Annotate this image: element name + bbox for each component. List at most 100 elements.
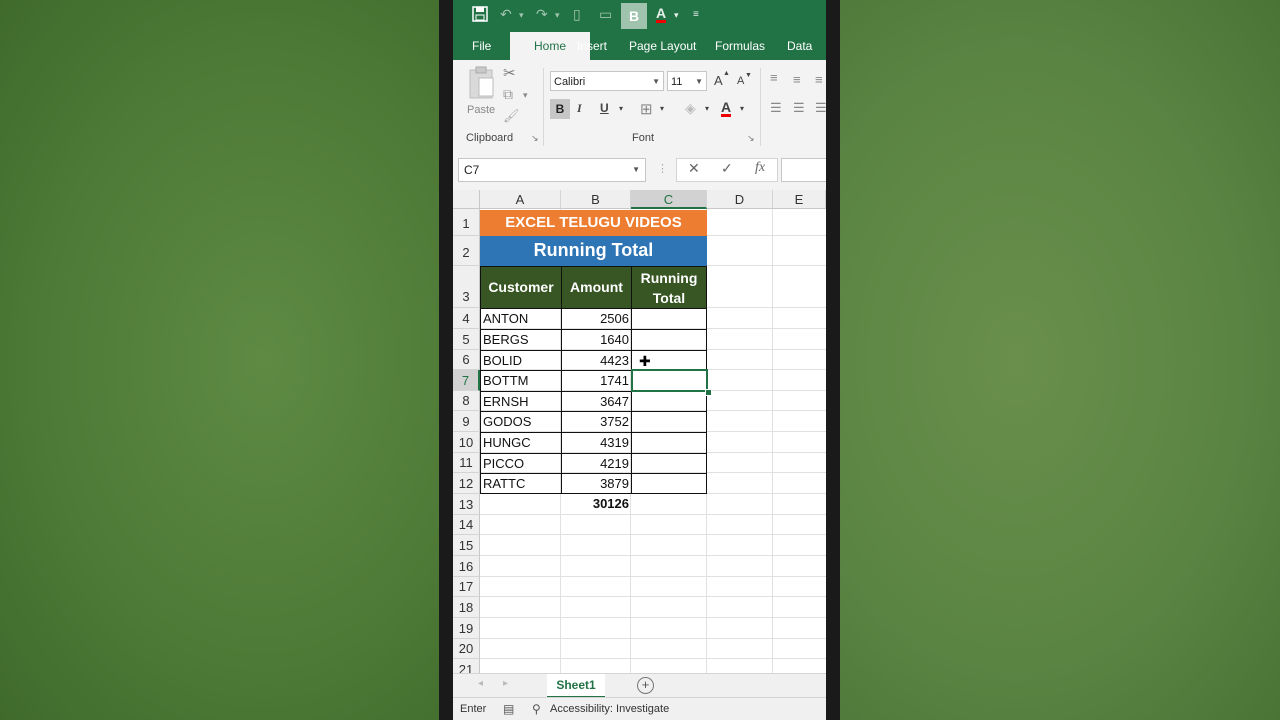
row-header-7[interactable]: 7 xyxy=(453,370,480,391)
macro-record-icon[interactable]: ▤ xyxy=(503,698,514,720)
row-header-6[interactable]: 6 xyxy=(453,350,480,370)
fill-color-dropdown-icon[interactable]: ▾ xyxy=(705,104,709,113)
name-box[interactable]: C7 ▼ xyxy=(458,158,646,182)
tab-file[interactable]: File xyxy=(464,32,499,60)
row-header-8[interactable]: 8 xyxy=(453,391,480,411)
amount-cell[interactable]: 3752 xyxy=(561,411,632,433)
customer-cell[interactable]: ANTON xyxy=(480,308,562,330)
undo-dropdown-icon[interactable]: ▾ xyxy=(519,10,524,21)
row-header-2[interactable]: 2 xyxy=(453,236,480,266)
row-header-18[interactable]: 18 xyxy=(453,597,480,618)
row-header-12[interactable]: 12 xyxy=(453,473,480,494)
cut-icon[interactable]: ✂ xyxy=(503,64,516,82)
undo-icon[interactable]: ↶ xyxy=(500,6,512,23)
format-painter-icon[interactable]: 🖌 xyxy=(503,108,520,124)
sheet-tab-sheet1[interactable]: Sheet1 xyxy=(547,674,605,698)
tab-data[interactable]: Data xyxy=(779,32,820,60)
amount-cell[interactable]: 1741 xyxy=(561,370,632,392)
borders-icon[interactable]: ⊞ xyxy=(640,100,653,118)
column-header-b[interactable]: B xyxy=(561,190,631,209)
row-header-17[interactable]: 17 xyxy=(453,577,480,597)
row-header-9[interactable]: 9 xyxy=(453,411,480,432)
row-header-14[interactable]: 14 xyxy=(453,515,480,535)
running-total-cell[interactable] xyxy=(631,453,707,474)
row-header-11[interactable]: 11 xyxy=(453,453,480,473)
save-icon[interactable] xyxy=(472,6,488,25)
amount-cell[interactable]: 1640 xyxy=(561,329,632,351)
customer-cell[interactable]: BOTTM xyxy=(480,370,562,392)
row-header-10[interactable]: 10 xyxy=(453,432,480,453)
align-left-icon[interactable]: ☰ xyxy=(770,100,782,116)
insert-function-button[interactable]: fx xyxy=(755,160,765,176)
row-header-5[interactable]: 5 xyxy=(453,329,480,350)
customize-toolbar-icon[interactable]: ≡ xyxy=(693,9,699,20)
worksheet-grid[interactable]: A B C D E 1 2 3 4 5 6 7 8 9 10 11 12 13 … xyxy=(453,190,826,673)
running-total-cell[interactable] xyxy=(631,329,707,351)
formula-input[interactable] xyxy=(781,158,826,182)
running-total-cell[interactable] xyxy=(631,411,707,433)
customer-cell[interactable]: BERGS xyxy=(480,329,562,351)
add-sheet-button[interactable]: + xyxy=(637,677,654,694)
row-header-21[interactable]: 21 xyxy=(453,659,480,673)
select-all-corner[interactable] xyxy=(453,190,480,209)
cancel-icon[interactable]: ✕ xyxy=(688,160,700,177)
row-header-16[interactable]: 16 xyxy=(453,556,480,577)
copy-dropdown-icon[interactable]: ▾ xyxy=(523,90,528,101)
row-header-15[interactable]: 15 xyxy=(453,535,480,556)
column-header-e[interactable]: E xyxy=(773,190,826,209)
font-color-button[interactable]: A xyxy=(721,100,732,117)
subtitle-banner[interactable]: Running Total xyxy=(480,236,707,266)
align-middle-icon[interactable]: ≡ xyxy=(793,72,801,87)
amount-cell[interactable]: 4219 xyxy=(561,453,632,474)
redo-dropdown-icon[interactable]: ▾ xyxy=(555,10,560,21)
running-total-cell[interactable] xyxy=(631,473,707,494)
amount-cell[interactable]: 3647 xyxy=(561,391,632,412)
new-file-icon[interactable]: ▯ xyxy=(573,6,581,23)
customer-cell[interactable]: PICCO xyxy=(480,453,562,474)
amount-cell[interactable]: 4423 xyxy=(561,350,632,371)
font-color-dropdown-icon[interactable]: ▾ xyxy=(674,10,679,21)
font-name-select[interactable]: Calibri ▼ xyxy=(550,71,664,91)
customer-cell[interactable]: ERNSH xyxy=(480,391,562,412)
customer-cell[interactable]: HUNGC xyxy=(480,432,562,454)
customer-cell[interactable]: GODOS xyxy=(480,411,562,433)
open-folder-icon[interactable]: ▭ xyxy=(599,6,612,23)
row-header-19[interactable]: 19 xyxy=(453,618,480,639)
amount-cell[interactable]: 3879 xyxy=(561,473,632,494)
align-center-icon[interactable]: ☰ xyxy=(793,100,805,116)
fill-handle[interactable] xyxy=(705,389,712,396)
fill-color-icon[interactable]: ◈ xyxy=(685,100,696,117)
grow-font-button[interactable]: A xyxy=(714,73,723,88)
align-bottom-icon[interactable]: ≡ xyxy=(815,72,823,87)
running-total-cell[interactable] xyxy=(631,391,707,412)
enter-icon[interactable]: ✓ xyxy=(721,160,733,177)
clipboard-launcher-icon[interactable]: ↘ xyxy=(531,133,539,144)
header-customer[interactable]: Customer xyxy=(480,266,562,309)
tab-formulas[interactable]: Formulas xyxy=(707,32,773,60)
row-header-4[interactable]: 4 xyxy=(453,308,480,329)
paste-button[interactable]: Paste xyxy=(465,66,499,126)
running-total-cell[interactable] xyxy=(631,308,707,330)
customer-cell[interactable]: BOLID xyxy=(480,350,562,371)
header-amount[interactable]: Amount xyxy=(561,266,632,309)
amount-cell[interactable]: 4319 xyxy=(561,432,632,454)
copy-icon[interactable]: ⧉ xyxy=(503,86,513,103)
bold-quick-button[interactable]: B xyxy=(621,3,647,29)
row-header-20[interactable]: 20 xyxy=(453,639,480,659)
row-header-3[interactable]: 3 xyxy=(453,266,480,308)
row-header-13[interactable]: 13 xyxy=(453,494,480,515)
underline-dropdown-icon[interactable]: ▾ xyxy=(619,104,623,113)
shrink-font-button[interactable]: A xyxy=(737,75,744,87)
font-color-quick-icon[interactable]: A xyxy=(656,6,667,23)
row-header-1[interactable]: 1 xyxy=(453,209,480,236)
redo-icon[interactable]: ↷ xyxy=(536,6,548,23)
title-banner[interactable]: EXCEL TELUGU VIDEOS xyxy=(480,210,707,236)
header-running-total[interactable]: Running Total xyxy=(631,266,707,309)
font-size-select[interactable]: 11 ▼ xyxy=(667,71,707,91)
column-header-d[interactable]: D xyxy=(707,190,773,209)
underline-button[interactable]: U xyxy=(600,101,609,115)
prev-sheet-icon[interactable]: ◂ xyxy=(478,678,483,689)
bold-button[interactable]: B xyxy=(550,99,570,119)
borders-dropdown-icon[interactable]: ▾ xyxy=(660,104,664,113)
tab-page-layout[interactable]: Page Layout xyxy=(621,32,704,60)
